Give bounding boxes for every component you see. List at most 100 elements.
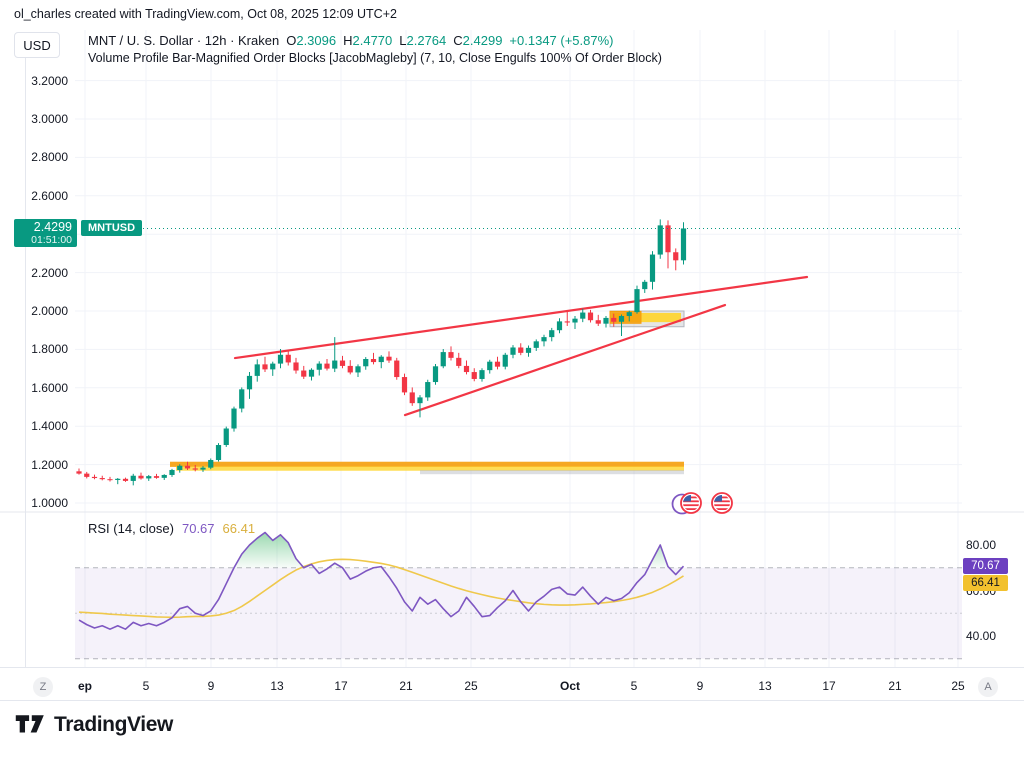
candle-body [193, 468, 198, 469]
candle-body [231, 409, 236, 429]
tradingview-chart-snapshot: ol_charles created with TradingView.com,… [0, 0, 1024, 758]
indicator-legend[interactable]: Volume Profile Bar-Magnified Order Block… [88, 51, 662, 65]
candle-body [262, 364, 267, 369]
tradingview-footer-logo[interactable]: TradingView [14, 712, 173, 738]
rsi-line-badge: 70.67 [963, 558, 1008, 574]
candle-body [541, 337, 546, 341]
change-value: +0.1347 (+5.87%) [509, 33, 613, 48]
candle-body [131, 476, 136, 481]
candle-body [76, 471, 81, 473]
candle-body [627, 312, 632, 316]
candle-body [557, 321, 562, 330]
tradingview-wordmark: TradingView [54, 713, 173, 737]
candle-body [200, 468, 205, 470]
candle-body [278, 355, 283, 364]
close-label: C [453, 33, 462, 48]
candle-body [146, 476, 151, 478]
candle-body [169, 470, 174, 475]
candle-body [138, 476, 143, 479]
candle-body [479, 370, 484, 379]
candle-body [394, 361, 399, 378]
candle-body [386, 357, 391, 361]
candle-body [495, 362, 500, 367]
candle-body [410, 392, 415, 403]
candle-body [642, 282, 647, 289]
candle-body [92, 477, 97, 478]
candle-body [371, 359, 376, 362]
candle-body [107, 479, 112, 480]
order-block-zone [420, 470, 684, 474]
candle-body [177, 466, 182, 470]
candle-body [324, 364, 329, 369]
candle-body [363, 359, 368, 366]
candle-body [286, 355, 291, 363]
candle-body [634, 289, 639, 312]
high-value: 2.4770 [353, 33, 393, 48]
rsi-tick-label: 40.00 [966, 629, 996, 643]
rsi-tick-label: 80.00 [966, 538, 996, 552]
rsi-value: 70.67 [182, 521, 215, 536]
candle-body [348, 366, 353, 373]
candle-body [309, 370, 314, 377]
economic-event-flag-icon[interactable] [712, 493, 732, 513]
candle-body [611, 318, 616, 322]
candle-body [84, 474, 89, 477]
candle-body [603, 318, 608, 324]
candle-body [526, 348, 531, 353]
rsi-overbought-fill [79, 532, 684, 567]
candle-body [448, 352, 453, 358]
candle-body [441, 352, 446, 366]
symbol-price-label: MNTUSD [81, 220, 142, 236]
candle-body [185, 466, 190, 469]
candle-body [154, 476, 159, 478]
candle-body [417, 397, 422, 403]
candle-body [332, 361, 337, 369]
candle-body [572, 319, 577, 323]
rsi-title: RSI (14, close) [88, 521, 174, 536]
order-block-zone [170, 462, 684, 467]
candle-body [379, 357, 384, 362]
candle-body [425, 382, 430, 397]
candle-body [681, 228, 686, 260]
candle-body [596, 320, 601, 323]
candle-body [565, 321, 570, 322]
candle-body [208, 460, 213, 468]
candle-body [224, 429, 229, 446]
candle-body [255, 364, 260, 376]
candle-body [464, 366, 469, 372]
rsi-ma-badge: 66.41 [963, 575, 1008, 591]
candle-body [239, 389, 244, 408]
low-value: 2.2764 [407, 33, 447, 48]
open-label: O [286, 33, 296, 48]
tradingview-mark-icon [14, 712, 46, 738]
candle-body [472, 372, 477, 379]
candle-body [402, 377, 407, 392]
candle-body [433, 366, 438, 382]
low-label: L [399, 33, 406, 48]
candle-body [673, 252, 678, 260]
candle-body [355, 366, 360, 372]
candle-body [549, 330, 554, 337]
candle-body [665, 225, 670, 252]
symbol-title: MNT / U. S. Dollar · 12h · Kraken [88, 33, 279, 48]
currency-label: USD [23, 38, 50, 53]
close-value: 2.4299 [463, 33, 503, 48]
candle-body [580, 313, 585, 319]
bar-countdown: 01:51:00 [14, 234, 72, 246]
candle-body [487, 362, 492, 370]
candle-body [247, 376, 252, 389]
candle-body [534, 341, 539, 348]
candle-body [100, 478, 105, 479]
candle-body [216, 445, 221, 460]
candle-body [301, 371, 306, 377]
candle-body [340, 361, 345, 366]
symbol-legend[interactable]: MNT / U. S. Dollar · 12h · KrakenO2.3096… [88, 33, 614, 48]
candle-body [270, 364, 275, 370]
chart-canvas[interactable] [0, 0, 1024, 758]
candle-body [162, 475, 167, 478]
candle-body [456, 358, 461, 366]
rsi-legend[interactable]: RSI (14, close)70.6766.41 [88, 521, 255, 536]
economic-event-flag-icon[interactable] [673, 493, 702, 514]
currency-scale-button[interactable]: USD [14, 32, 60, 58]
candle-body [317, 364, 322, 370]
